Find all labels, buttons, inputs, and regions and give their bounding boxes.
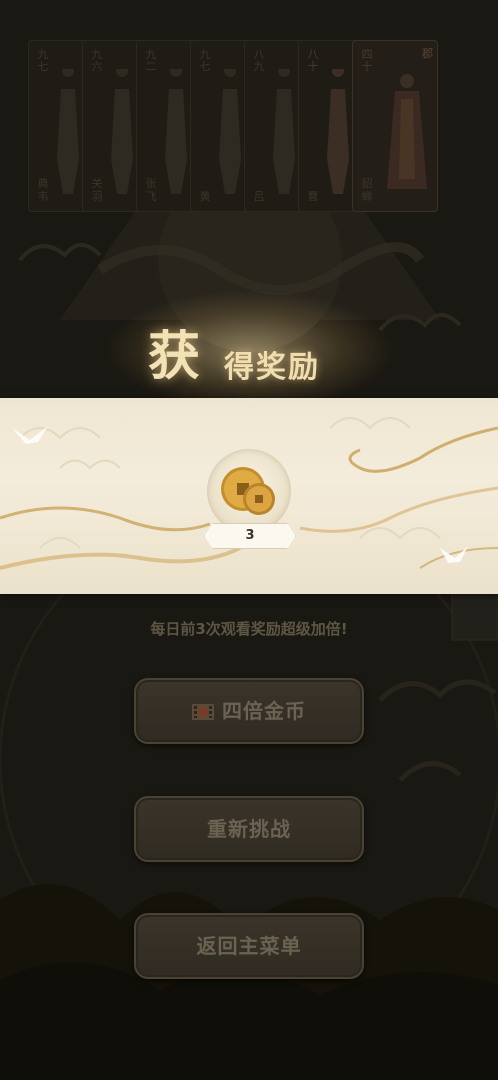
quadruple-gold-button[interactable]: 四倍金币 [134,678,364,744]
retry-button[interactable]: 重新挑战 [134,796,364,862]
card-name: 黄 [199,190,211,203]
card-number: 九七 [199,48,211,73]
card-3: 九二 张飞 [136,40,196,212]
card-name: 吕 [253,190,265,203]
hand-cards: 九七 典韦 九六 关羽 九二 张飞 九七 黄 八九 吕 八十 曹 四十 郡 貂蝉 [0,0,498,230]
card-number: 九二 [145,48,157,73]
film-icon [192,704,214,720]
card-number: 九七 [37,48,49,73]
card-name: 曹 [307,190,319,203]
card-6: 八十 曹 [298,40,358,212]
retry-label: 重新挑战 [207,817,291,841]
card-name: 张飞 [145,177,157,203]
bonus-notice: 每日前3次观看奖励超级加倍! [150,620,348,638]
quadruple-gold-label: 四倍金币 [222,699,306,723]
card-name: 典韦 [37,177,49,203]
copper-coin-icon [221,467,275,515]
warrior-figure-icon [165,69,187,194]
card-number: 九六 [91,48,103,73]
title-rest: 得奖励 [224,350,320,385]
reward-item-slot [207,449,291,533]
card-name: 貂蝉 [361,177,373,203]
warrior-figure-icon [57,69,79,194]
card-7: 四十 郡 貂蝉 [352,40,438,212]
card-4: 九七 黄 [190,40,250,212]
warrior-figure-icon [327,69,349,194]
card-number: 八九 [253,48,265,73]
card-name: 关羽 [91,177,103,203]
main-menu-button[interactable]: 返回主菜单 [134,913,364,979]
card-5: 八九 吕 [244,40,304,212]
warrior-figure-icon [273,69,295,194]
card-1: 九七 典韦 [28,40,88,212]
card-number: 四十 [361,48,373,73]
warrior-figure-icon [111,69,133,194]
main-menu-label: 返回主菜单 [196,934,302,958]
warrior-figure-icon [219,69,241,194]
card-corner-mark: 郡 [422,47,433,60]
card-2: 九六 关羽 [82,40,142,212]
reward-title: 获 得奖励 [0,290,498,410]
card-number: 八十 [307,48,319,73]
lady-figure-icon [387,74,427,189]
title-big-char: 获 [148,326,201,387]
reward-count: 3 [204,523,296,549]
